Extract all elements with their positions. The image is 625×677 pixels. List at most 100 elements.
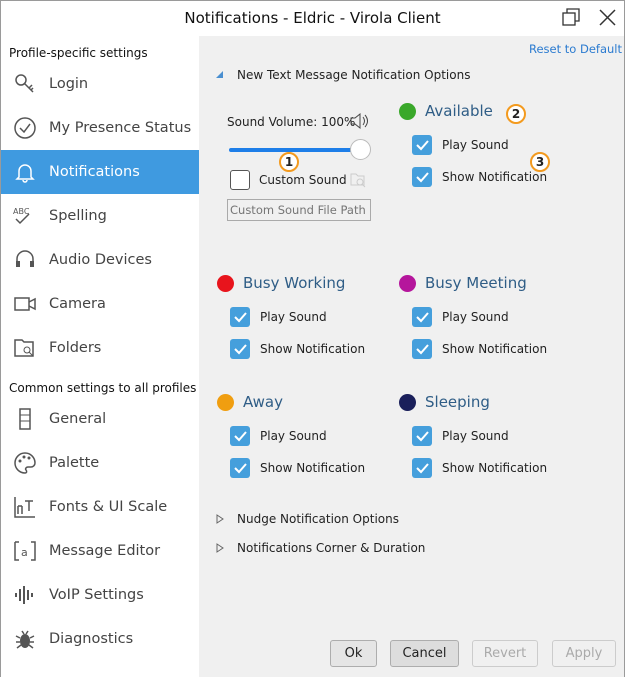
- close-icon: [599, 9, 616, 26]
- show-notification-label: Show Notification: [260, 461, 366, 475]
- status-available-title: Available: [425, 102, 493, 120]
- sidebar-item-palette[interactable]: Palette: [1, 441, 199, 485]
- callout-badge-2: 2: [506, 104, 526, 124]
- custom-sound-path-input[interactable]: [227, 199, 371, 221]
- sidebar-item-label: My Presence Status: [49, 120, 192, 136]
- busy-working-play-sound-checkbox[interactable]: [230, 307, 250, 327]
- play-sound-label: Play Sound: [442, 138, 509, 152]
- sidebar-item-label: Camera: [49, 296, 106, 312]
- status-away-title: Away: [243, 393, 283, 411]
- sidebar-item-fonts-ui-scale[interactable]: Fonts & UI Scale: [1, 485, 199, 529]
- corner-section-title: Notifications Corner & Duration: [237, 541, 426, 555]
- sidebar-item-voip-settings[interactable]: VoIP Settings: [1, 573, 199, 617]
- nudge-section-title: Nudge Notification Options: [237, 512, 399, 526]
- sidebar-item-login[interactable]: Login: [1, 62, 199, 106]
- ok-button[interactable]: Ok: [330, 640, 377, 667]
- sidebar-item-label: Spelling: [49, 208, 107, 224]
- sidebar-item-label: Folders: [49, 340, 102, 356]
- show-notification-label: Show Notification: [442, 170, 548, 184]
- browse-folder-icon[interactable]: [349, 171, 367, 189]
- callout-badge-3: 3: [530, 152, 550, 172]
- sidebar-item-general[interactable]: General: [1, 397, 199, 441]
- bell-icon: [15, 164, 35, 183]
- away-show-notification-checkbox[interactable]: [230, 458, 250, 478]
- away-play-sound-checkbox[interactable]: [230, 426, 250, 446]
- sleeping-play-sound-checkbox[interactable]: [412, 426, 432, 446]
- sidebar-item-label: Message Editor: [49, 543, 161, 559]
- collapsed-triangle-icon: [216, 514, 224, 524]
- palette-icon: [14, 452, 36, 474]
- window-title: Notifications - Eldric - Virola Client: [184, 9, 441, 27]
- sidebar-item-label: General: [49, 411, 107, 427]
- status-busy-meeting-title: Busy Meeting: [425, 274, 527, 292]
- close-button[interactable]: [597, 7, 621, 29]
- cancel-button[interactable]: Cancel: [390, 640, 459, 667]
- play-sound-label: Play Sound: [260, 429, 327, 443]
- maximize-icon: [562, 8, 580, 26]
- sidebar-item-label: Notifications: [49, 164, 140, 180]
- section-title: New Text Message Notification Options: [237, 68, 471, 82]
- title-bar: Notifications - Eldric - Virola Client: [1, 1, 624, 36]
- revert-button[interactable]: Revert: [472, 640, 538, 667]
- reset-to-default-link[interactable]: Reset to Default: [529, 42, 622, 56]
- sidebar-item-message-editor[interactable]: a Message Editor: [1, 529, 199, 573]
- show-notification-label: Show Notification: [442, 461, 548, 475]
- headset-icon: [16, 250, 34, 267]
- sidebar-item-camera[interactable]: Camera: [1, 282, 199, 326]
- sidebar-item-audio-devices[interactable]: Audio Devices: [1, 238, 199, 282]
- available-show-notification-checkbox[interactable]: [412, 167, 432, 187]
- sidebar-item-label: VoIP Settings: [49, 587, 144, 603]
- custom-sound-checkbox[interactable]: [230, 170, 250, 190]
- sidebar-item-spelling[interactable]: ABC Spelling: [1, 194, 199, 238]
- editor-icon: a: [14, 541, 36, 561]
- bug-icon: [15, 630, 35, 649]
- new-message-section-toggle[interactable]: New Text Message Notification Options: [215, 68, 470, 82]
- sleeping-show-notification-checkbox[interactable]: [412, 458, 432, 478]
- busy-meeting-play-sound-checkbox[interactable]: [412, 307, 432, 327]
- status-busy-working-title: Busy Working: [243, 274, 346, 292]
- settings-window: Notifications - Eldric - Virola Client P…: [0, 0, 625, 677]
- status-busy-meeting-icon: [399, 275, 416, 292]
- sidebar: Profile-specific settings Login My Presen…: [1, 36, 199, 677]
- show-notification-label: Show Notification: [442, 342, 548, 356]
- profile-settings-header: Profile-specific settings: [9, 46, 148, 60]
- callout-badge-1: 1: [279, 152, 299, 172]
- volume-slider-handle[interactable]: [350, 139, 371, 160]
- custom-sound-label: Custom Sound: [259, 173, 347, 187]
- sidebar-item-notifications[interactable]: Notifications: [1, 150, 199, 194]
- available-play-sound-checkbox[interactable]: [412, 135, 432, 155]
- corner-section-toggle[interactable]: Notifications Corner & Duration: [215, 541, 425, 555]
- volume-label: Sound Volume: 100%: [227, 115, 356, 129]
- spelling-icon: ABC: [13, 207, 30, 225]
- sidebar-item-folders[interactable]: Folders: [1, 326, 199, 370]
- play-sound-label: Play Sound: [260, 310, 327, 324]
- busy-working-show-notification-checkbox[interactable]: [230, 339, 250, 359]
- apply-button[interactable]: Apply: [552, 640, 616, 667]
- status-sleeping-icon: [399, 394, 416, 411]
- sidebar-item-label: Diagnostics: [49, 631, 134, 647]
- check-circle-icon: [14, 117, 36, 139]
- maximize-button[interactable]: [560, 7, 584, 29]
- speaker-icon[interactable]: [349, 112, 369, 130]
- status-available-icon: [399, 103, 416, 120]
- collapsed-triangle-icon: [216, 543, 224, 553]
- general-icon: [19, 408, 31, 430]
- notifications-panel: Reset to Default New Text Message Notifi…: [199, 36, 624, 677]
- folder-search-icon: [14, 339, 34, 357]
- status-away-icon: [217, 394, 234, 411]
- sidebar-item-my-presence-status[interactable]: My Presence Status: [1, 106, 199, 150]
- fonts-icon: [14, 497, 35, 518]
- sidebar-item-label: Fonts & UI Scale: [49, 499, 168, 515]
- voip-icon: [15, 586, 33, 604]
- nudge-section-toggle[interactable]: Nudge Notification Options: [215, 512, 399, 526]
- sidebar-item-diagnostics[interactable]: Diagnostics: [1, 617, 199, 661]
- play-sound-label: Play Sound: [442, 310, 509, 324]
- sidebar-item-label: Login: [49, 76, 89, 92]
- svg-text:a: a: [21, 546, 28, 559]
- status-sleeping-title: Sleeping: [425, 393, 490, 411]
- show-notification-label: Show Notification: [260, 342, 366, 356]
- volume-slider-track[interactable]: [229, 148, 361, 152]
- sidebar-item-label: Audio Devices: [49, 252, 152, 268]
- busy-meeting-show-notification-checkbox[interactable]: [412, 339, 432, 359]
- camera-icon: [14, 297, 36, 311]
